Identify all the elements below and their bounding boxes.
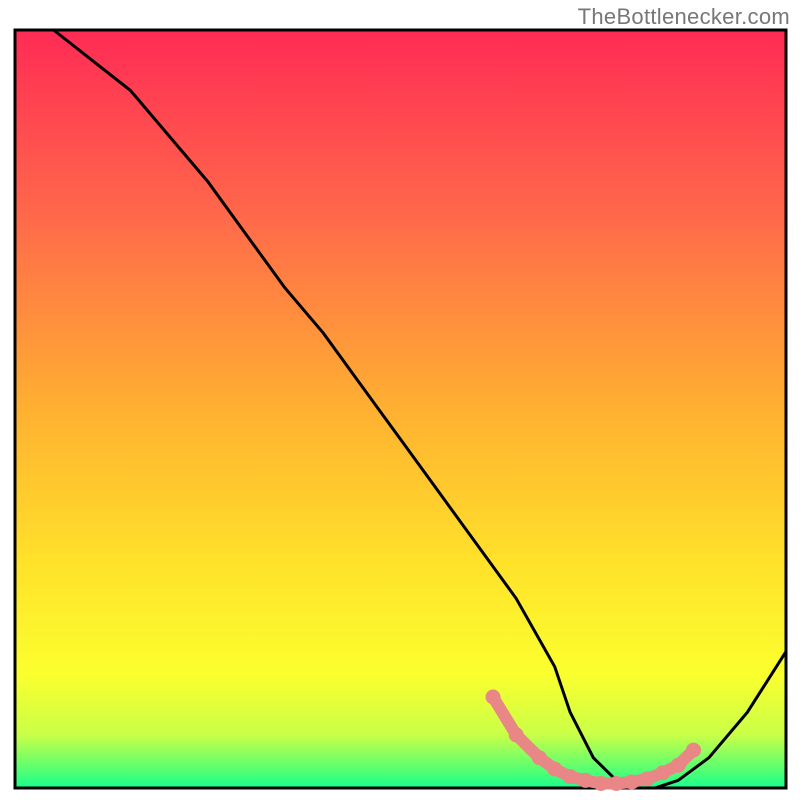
highlight-dot: [686, 743, 701, 758]
highlight-dot: [578, 773, 593, 788]
bottleneck-chart: [0, 0, 800, 800]
highlight-dot: [547, 762, 562, 777]
highlight-dot: [532, 750, 547, 765]
highlight-dot: [486, 690, 501, 705]
highlight-dot: [640, 771, 655, 786]
highlight-dot: [624, 774, 639, 789]
highlight-dot: [655, 765, 670, 780]
plot-background: [15, 30, 786, 788]
highlight-dot: [563, 769, 578, 784]
highlight-dot: [671, 758, 686, 773]
attribution-label: TheBottlenecker.com: [578, 4, 790, 30]
highlight-dot: [594, 776, 609, 791]
chart-frame: TheBottlenecker.com: [0, 0, 800, 800]
highlight-dot: [509, 727, 524, 742]
highlight-dot: [609, 776, 624, 791]
